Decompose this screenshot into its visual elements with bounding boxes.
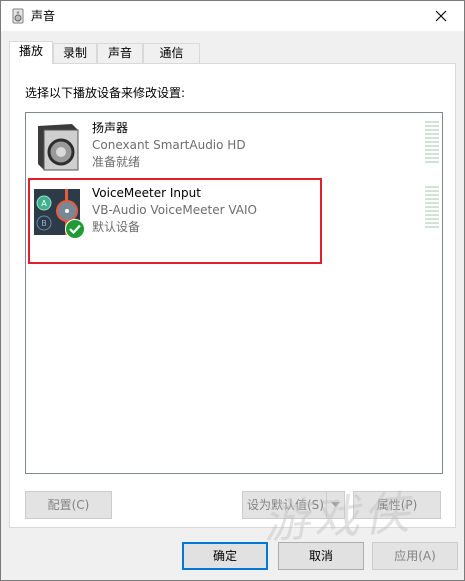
svg-text:A: A xyxy=(41,199,47,208)
title-bar: 声音 xyxy=(1,1,464,31)
svg-text:B: B xyxy=(41,219,47,228)
device-name: VoiceMeeter Input xyxy=(92,186,201,200)
sound-dialog: 声音 播放 录制 声音 通信 选择以下播放设备来修改设置: 扬声器 Conexa… xyxy=(0,0,465,581)
playback-panel: 选择以下播放设备来修改设置: 扬声器 Conexant SmartAudio H… xyxy=(9,63,456,528)
tab-playback[interactable]: 播放 xyxy=(9,41,53,64)
window-title: 声音 xyxy=(31,9,56,23)
device-list[interactable]: 扬声器 Conexant SmartAudio HD 准备就绪 A B Voic… xyxy=(25,112,443,474)
apply-button[interactable]: 应用(A) xyxy=(372,542,458,570)
tab-sounds[interactable]: 声音 xyxy=(97,43,143,63)
tab-recording[interactable]: 录制 xyxy=(53,43,97,63)
close-button[interactable] xyxy=(418,1,464,31)
speaker-icon xyxy=(32,120,86,174)
device-speakers[interactable]: 扬声器 Conexant SmartAudio HD 准备就绪 xyxy=(29,117,439,177)
speaker-title-icon xyxy=(10,8,26,24)
level-meter xyxy=(425,121,439,163)
tab-communications[interactable]: 通信 xyxy=(143,43,200,63)
level-meter xyxy=(425,186,439,228)
device-name: 扬声器 xyxy=(92,121,129,135)
watermark-logo: 游戏侠 xyxy=(261,484,415,550)
close-icon xyxy=(435,10,447,22)
ok-button[interactable]: 确定 xyxy=(182,542,268,570)
instruction-text: 选择以下播放设备来修改设置: xyxy=(25,86,186,100)
green-checkmark-icon xyxy=(65,219,85,239)
device-voicemeeter-input[interactable]: A B VoiceMeeter Input VB-Audio VoiceMeet… xyxy=(29,182,439,242)
configure-button[interactable]: 配置(C) xyxy=(25,491,112,519)
device-driver: VB-Audio VoiceMeeter VAIO xyxy=(92,203,257,217)
device-driver: Conexant SmartAudio HD xyxy=(92,138,246,152)
device-status: 准备就绪 xyxy=(92,155,141,169)
device-status: 默认设备 xyxy=(92,220,141,234)
